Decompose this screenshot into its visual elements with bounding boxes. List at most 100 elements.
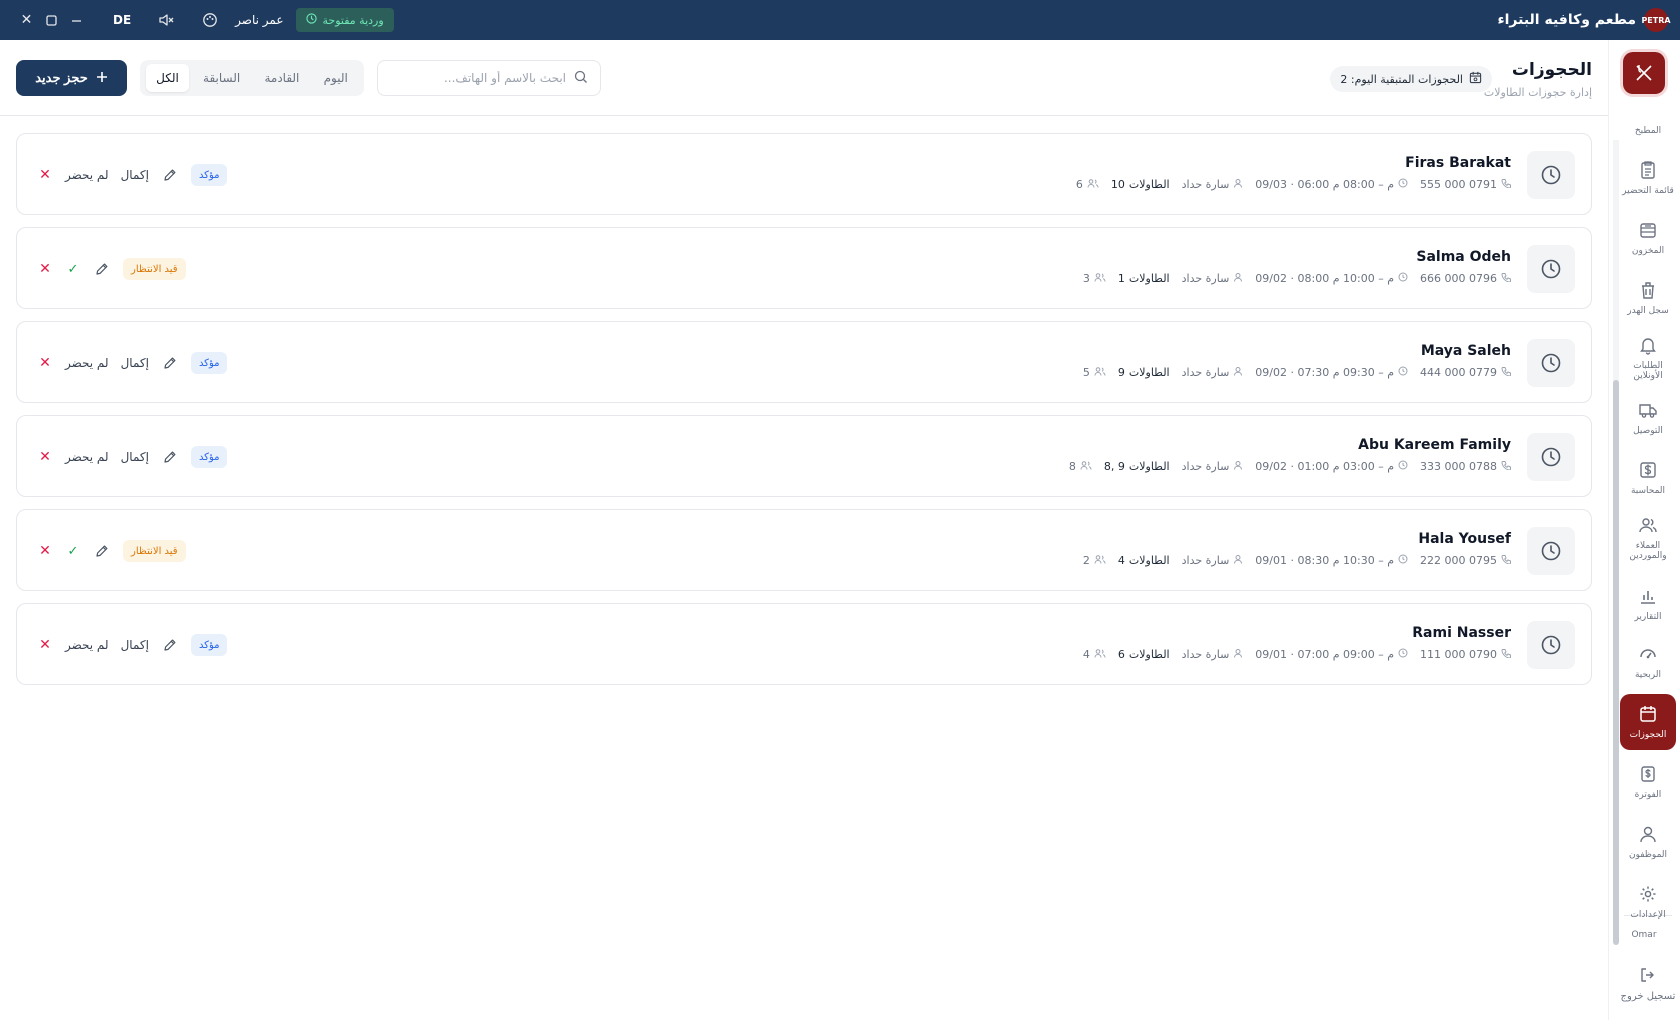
reservation-card[interactable]: Hala Yousef 222 000 0795 09/01 · 08:30 م… [16, 509, 1592, 591]
sidebar-item-truck[interactable]: التوصيل [1620, 390, 1676, 446]
bar-chart-icon [1638, 586, 1658, 609]
clock-icon [305, 13, 317, 27]
host-name: سارة حداد [1181, 366, 1230, 379]
sidebar-item-user[interactable]: الموظفون [1620, 814, 1676, 870]
sidebar-logo[interactable] [1623, 52, 1665, 94]
sidebar-item-users[interactable]: العملاء والموردين [1620, 510, 1676, 566]
tables-label: الطاولات [1128, 648, 1170, 661]
cancel-reservation-icon[interactable]: ✕ [37, 449, 53, 465]
tables-value: 8, 9 [1103, 460, 1125, 473]
tab-all[interactable]: الكل [146, 64, 189, 92]
logout-icon [1639, 966, 1657, 987]
reservation-card[interactable]: Firas Barakat 555 000 0791 09/03 · 06:00… [16, 133, 1592, 215]
language-toggle[interactable]: DE [113, 13, 131, 27]
no-show-button[interactable]: لم يحضر [65, 638, 109, 652]
cancel-reservation-icon[interactable]: ✕ [37, 261, 53, 277]
guest-name: Rami Nasser [1412, 625, 1511, 641]
sidebar-item-bell[interactable]: الطلبات الأونلاين [1620, 330, 1676, 386]
sidebar-item-gear[interactable]: الإعدادات [1620, 874, 1676, 930]
complete-button[interactable]: إكمال [121, 450, 149, 464]
maximize-window-icon[interactable] [39, 0, 64, 40]
sidebar-item-chef[interactable]: المطبخ [1620, 96, 1676, 136]
cancel-reservation-icon[interactable]: ✕ [37, 543, 53, 559]
sidebar-item-label: الموظفون [1628, 850, 1668, 860]
sidebar-item-trash[interactable]: سجل الهدر [1620, 270, 1676, 326]
tables: الطاولات 4 [1118, 554, 1170, 567]
sidebar-item-bar-chart[interactable]: التقارير [1620, 576, 1676, 632]
tables-value: 1 [1117, 272, 1125, 285]
no-show-button[interactable]: لم يحضر [65, 168, 109, 182]
confirm-reservation-icon[interactable]: ✓ [65, 544, 81, 559]
reservation-meta: 222 000 0795 09/01 · 08:30 م – 10:30 م س… [1083, 554, 1511, 567]
mute-icon[interactable] [157, 11, 175, 29]
complete-button[interactable]: إكمال [121, 638, 149, 652]
tab-upcoming[interactable]: القادمة [254, 64, 309, 92]
sidebar-item-label: الفوترة [1634, 790, 1662, 800]
date-time-value: 09/02 · 08:00 م – 10:00 م [1255, 272, 1395, 285]
guest-count: 5 [1082, 366, 1090, 379]
status-badge: قيد الانتظار [123, 258, 186, 280]
user-small-icon [1233, 366, 1243, 379]
sidebar-item-clipboard[interactable]: قائمة التحضير [1620, 150, 1676, 206]
phone: 666 000 0796 [1420, 272, 1511, 285]
guest-name: Firas Barakat [1405, 155, 1511, 171]
edit-icon[interactable] [161, 168, 179, 182]
phone: 444 000 0779 [1420, 366, 1511, 379]
confirm-reservation-icon[interactable]: ✓ [65, 262, 81, 277]
search-input[interactable] [390, 71, 566, 85]
edit-icon[interactable] [161, 356, 179, 370]
filter-tabs: الكل السابقة القادمة اليوم [140, 60, 364, 96]
sidebar-item-gauge[interactable]: الربحية [1620, 634, 1676, 690]
phone-number: 555 000 0791 [1420, 178, 1497, 191]
reservation-card[interactable]: Rami Nasser 111 000 0790 09/01 · 07:00 م… [16, 603, 1592, 685]
no-show-button[interactable]: لم يحضر [65, 450, 109, 464]
guests: 2 [1083, 554, 1106, 567]
palette-icon[interactable] [201, 11, 219, 29]
cancel-reservation-icon[interactable]: ✕ [37, 167, 53, 183]
phone-number: 111 000 0790 [1420, 648, 1497, 661]
sidebar-item-dollar[interactable]: المحاسبة [1620, 450, 1676, 506]
sidebar-scrollbar[interactable] [1613, 140, 1619, 945]
reservation-card[interactable]: Maya Saleh 444 000 0779 09/02 · 07:30 م … [16, 321, 1592, 403]
tab-past[interactable]: السابقة [193, 64, 250, 92]
reservation-card[interactable]: Abu Kareem Family 333 000 0788 09/02 · 0… [16, 415, 1592, 497]
tab-today[interactable]: اليوم [314, 64, 358, 92]
sidebar-item-invoice[interactable]: الفوترة [1620, 754, 1676, 810]
truck-icon [1638, 400, 1658, 423]
edit-icon[interactable] [161, 638, 179, 652]
sidebar-item-inventory[interactable]: المخزون [1620, 210, 1676, 266]
complete-button[interactable]: إكمال [121, 168, 149, 182]
date-time: 09/01 · 07:00 م – 09:00 م [1255, 648, 1408, 661]
host: سارة حداد [1182, 554, 1244, 567]
edit-icon[interactable] [93, 262, 111, 276]
sidebar-scrollbar-thumb[interactable] [1613, 380, 1619, 945]
clock-icon [1527, 339, 1575, 387]
host-name: سارة حداد [1181, 460, 1230, 473]
status-badge: مؤكد [190, 164, 228, 186]
sidebar-item-calendar[interactable]: الحجوزات [1620, 694, 1676, 750]
tables-label: الطاولات [1128, 272, 1170, 285]
host-name: سارة حداد [1181, 554, 1230, 567]
minimize-window-icon[interactable] [64, 0, 89, 40]
close-window-icon[interactable]: ✕ [14, 0, 39, 40]
clock-icon [1527, 527, 1575, 575]
plus-icon [96, 71, 108, 86]
users-small-icon [1094, 554, 1106, 567]
date-time: 09/01 · 08:30 م – 10:30 م [1255, 554, 1408, 567]
new-reservation-button[interactable]: حجز جديد [16, 60, 127, 96]
shift-status-label: وردية مفتوحة [322, 13, 384, 27]
cancel-reservation-icon[interactable]: ✕ [37, 355, 53, 371]
tables-value: 4 [1117, 554, 1125, 567]
tables-label: الطاولات [1128, 460, 1170, 473]
cancel-reservation-icon[interactable]: ✕ [37, 637, 53, 653]
reservation-card[interactable]: Salma Odeh 666 000 0796 09/02 · 08:00 م … [16, 227, 1592, 309]
tables: الطاولات 1 [1118, 272, 1170, 285]
shift-status-badge[interactable]: وردية مفتوحة [295, 8, 394, 32]
host: سارة حداد [1182, 366, 1244, 379]
edit-icon[interactable] [161, 450, 179, 464]
edit-icon[interactable] [93, 544, 111, 558]
complete-button[interactable]: إكمال [121, 356, 149, 370]
logout-button[interactable]: تسجيل خروج [1620, 958, 1676, 1010]
no-show-button[interactable]: لم يحضر [65, 356, 109, 370]
sidebar-item-label: الحجوزات [1629, 730, 1667, 740]
